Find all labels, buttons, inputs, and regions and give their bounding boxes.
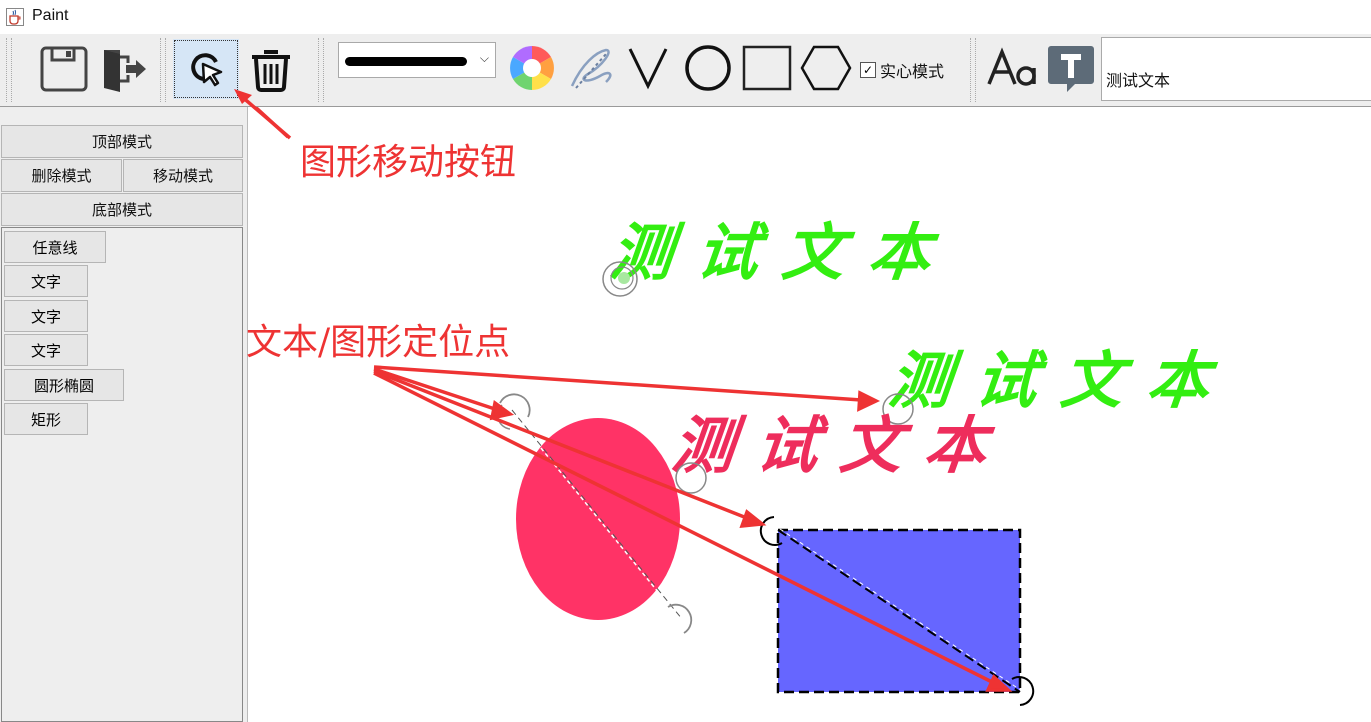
move-shape-button[interactable] (173, 39, 239, 99)
delete-mode-button[interactable]: 删除模式 (1, 159, 122, 192)
text-content-input[interactable] (1101, 37, 1371, 101)
canvas-text-3: 测试文本 (669, 409, 1013, 482)
stroke-width-select[interactable]: ⌵ (338, 42, 496, 78)
chevron-down-icon: ⌵ (479, 51, 489, 65)
solid-mode-label: 实心模式 (880, 62, 945, 81)
solid-mode-toggle[interactable]: ✓ 实心模式 (860, 58, 944, 82)
color-picker-button[interactable] (505, 43, 559, 93)
layer-item-text[interactable]: 文字 (4, 334, 88, 366)
drawing-canvas[interactable]: 测试文本 测试文本 测试文本 图形移动按钮 文本/图形定位点 (246, 107, 1371, 722)
bottom-mode-button[interactable]: 底部模式 (1, 193, 243, 226)
layer-item-freeline[interactable]: 任意线 (4, 231, 106, 263)
toolbar-grip[interactable] (970, 38, 976, 102)
delete-button[interactable] (244, 40, 298, 98)
text-anchor-point (618, 272, 630, 284)
exit-door-icon (104, 50, 146, 92)
font-aa-icon (987, 47, 1036, 86)
text-t-icon (1048, 46, 1094, 92)
java-cup-icon (6, 8, 24, 26)
toolbar-grip[interactable] (318, 38, 324, 102)
scribble-icon (570, 48, 612, 89)
stroke-preview (345, 57, 467, 66)
toolbar-grip[interactable] (160, 38, 166, 102)
layer-item-rectangle[interactable]: 矩形 (4, 403, 88, 435)
annotation-anchor-label: 文本/图形定位点 (246, 322, 511, 363)
text-tool-button[interactable] (1044, 41, 1098, 95)
square-icon (742, 45, 792, 91)
window-title: Paint (32, 7, 69, 24)
canvas-drawing: 测试文本 测试文本 测试文本 (252, 107, 1237, 706)
rectangle-button[interactable] (740, 43, 794, 93)
save-button[interactable] (36, 40, 92, 98)
layer-item-text[interactable]: 文字 (4, 265, 88, 297)
color-wheel-icon (510, 46, 554, 90)
line-button[interactable] (622, 43, 674, 93)
sidebar: 顶部模式 删除模式 移动模式 底部模式 任意线 文字 文字 文字 圆形椭圆 矩形 (0, 107, 248, 722)
v-line-icon (628, 48, 668, 90)
exit-button[interactable] (96, 40, 152, 98)
cursor-move-icon (191, 53, 223, 87)
toolbar-grip[interactable] (6, 38, 12, 102)
solid-mode-checkbox[interactable]: ✓ (860, 62, 876, 78)
hexagon-icon (800, 45, 852, 91)
move-mode-button[interactable]: 移动模式 (123, 159, 243, 192)
canvas-text-1: 测试文本 (607, 216, 959, 289)
font-button[interactable] (985, 43, 1041, 93)
floppy-disk-icon (40, 46, 88, 92)
top-mode-button[interactable]: 顶部模式 (1, 125, 243, 158)
circle-icon (685, 45, 731, 91)
trash-icon (252, 50, 290, 92)
title-bar: Paint (0, 0, 1371, 34)
polygon-button[interactable] (799, 43, 853, 93)
layer-item-text[interactable]: 文字 (4, 300, 88, 332)
annotation-move-button-label: 图形移动按钮 (300, 142, 517, 183)
layer-list: 任意线 文字 文字 文字 圆形椭圆 矩形 (1, 227, 243, 722)
canvas-text-2: 测试文本 (885, 344, 1237, 417)
toolbar: ⌵ ✓ 实心模式 测试文本 (0, 34, 1371, 107)
freehand-button[interactable] (564, 43, 620, 93)
ellipse-button[interactable] (681, 43, 735, 93)
layer-item-ellipse[interactable]: 圆形椭圆 (4, 369, 124, 401)
